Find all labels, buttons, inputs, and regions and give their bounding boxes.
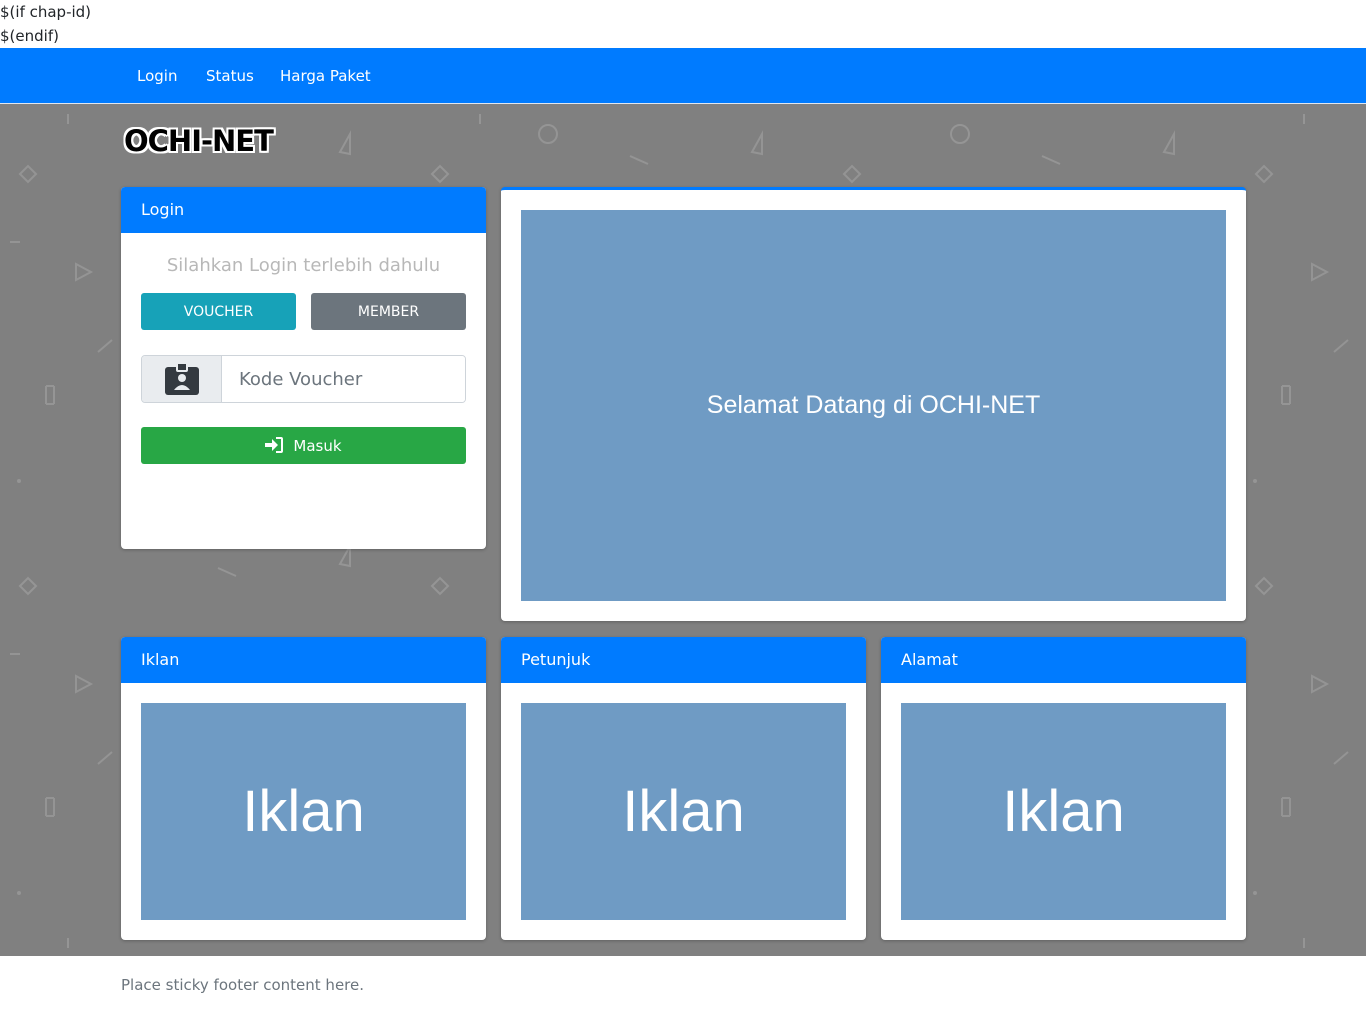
sign-in-icon xyxy=(265,436,284,453)
petunjuk-card-header: Petunjuk xyxy=(501,637,866,683)
masuk-button-label: Masuk xyxy=(293,437,342,455)
member-button[interactable]: MEMBER xyxy=(311,293,466,330)
nav-link-status[interactable]: Status xyxy=(206,67,254,85)
template-endif-line: $(endif) xyxy=(0,27,59,45)
iklan-card: Iklan Iklan xyxy=(121,637,486,940)
brand-logo-text: OCHI-NET xyxy=(124,124,274,158)
welcome-card: Selamat Datang di OCHI-NET xyxy=(501,187,1246,621)
login-card: Login Silahkan Login terlebih dahulu VOU… xyxy=(121,187,486,549)
masuk-button[interactable]: Masuk xyxy=(141,427,466,464)
footer-text: Place sticky footer content here. xyxy=(121,976,365,994)
template-if-line: $(if chap-id) xyxy=(0,3,92,21)
id-badge-icon xyxy=(142,356,222,402)
welcome-banner: Selamat Datang di OCHI-NET xyxy=(521,210,1226,601)
voucher-code-input[interactable] xyxy=(223,356,465,402)
nav-link-harga-paket[interactable]: Harga Paket xyxy=(280,67,371,85)
login-prompt: Silahkan Login terlebih dahulu xyxy=(166,255,441,276)
iklan-ad-placeholder: Iklan xyxy=(141,703,466,920)
petunjuk-card: Petunjuk Iklan xyxy=(501,637,866,940)
iklan-card-header: Iklan xyxy=(121,637,486,683)
voucher-input-group xyxy=(141,355,466,403)
sticky-footer: Place sticky footer content here. xyxy=(0,956,1366,1012)
alamat-card-header: Alamat xyxy=(881,637,1246,683)
alamat-ad-placeholder: Iklan xyxy=(901,703,1226,920)
top-navbar: Login Status Harga Paket xyxy=(0,48,1366,104)
voucher-button[interactable]: VOUCHER xyxy=(141,293,296,330)
alamat-card: Alamat Iklan xyxy=(881,637,1246,940)
login-card-header: Login xyxy=(121,187,486,233)
petunjuk-ad-placeholder: Iklan xyxy=(521,703,846,920)
nav-link-login[interactable]: Login xyxy=(137,67,177,85)
